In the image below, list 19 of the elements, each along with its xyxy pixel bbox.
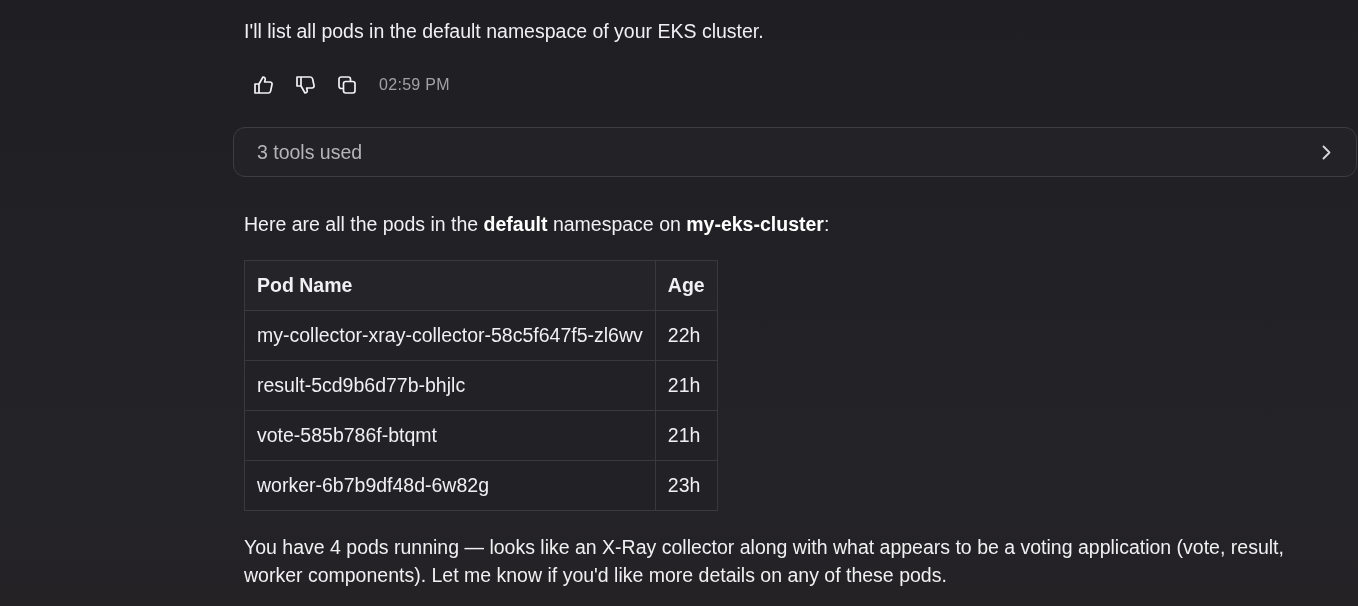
summary-text: Here are all the pods in the default namespace on my-eks-cluster: [244,212,830,237]
thumbs-down-icon [295,76,315,94]
table-cell: 22h [655,310,718,361]
column-header: Pod Name [244,260,656,311]
table-cell: result-5cd9b6d77b-bhjlc [244,360,656,411]
tools-used-toggle[interactable]: 3 tools used [233,127,1357,177]
thumbs-up-icon [253,76,273,94]
table-cell: 21h [655,410,718,461]
timestamp: 02:59 PM [379,76,450,94]
column-header: Age [655,260,718,311]
table-cell: worker-6b7b9df48d-6w82g [244,460,656,511]
closing-text: You have 4 pods running — looks like an X-Ray collector along with what appears to be a voting application (vote, result, worker components). Let me know if you'd like more details on any of these pods. [244,535,1285,588]
message-text: I'll list all pods in the default namespace of your EKS cluster. [244,19,764,44]
table-cell: 21h [655,360,718,411]
table-cell: vote-585b786f-btqmt [244,410,656,461]
table-cell: my-collector-xray-collector-58c5f647f5-zl6wv [244,310,656,361]
chevron-icon [1322,144,1331,160]
table-cell: 23h [655,460,718,511]
copy-icon [338,76,356,94]
